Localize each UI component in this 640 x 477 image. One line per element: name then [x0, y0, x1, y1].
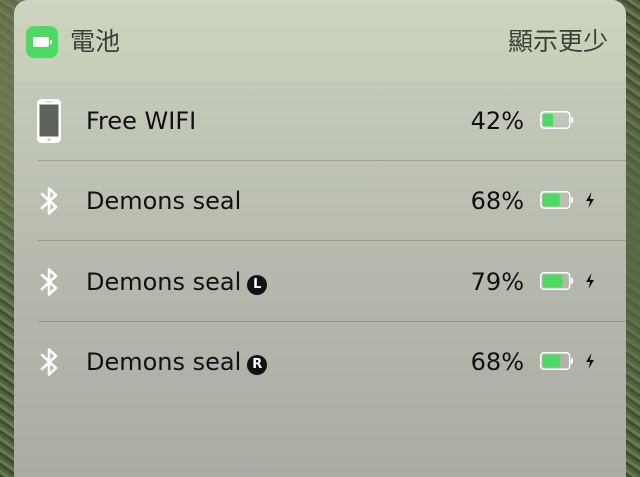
charging-bolt-icon: [586, 192, 594, 208]
device-row: Free WIFI 42%: [14, 81, 626, 161]
bluetooth-icon: [40, 348, 58, 376]
battery-percent: 79%: [470, 268, 524, 296]
battery-level-icon: [540, 352, 573, 370]
iphone-icon: [37, 99, 61, 143]
battery-level-icon: [540, 272, 573, 290]
show-less-button[interactable]: 顯示更少: [508, 25, 608, 59]
bluetooth-icon: [40, 187, 58, 215]
battery-percent: 68%: [470, 348, 524, 376]
row-divider: [38, 240, 626, 241]
bluetooth-icon: [40, 268, 58, 296]
device-row: Demons seal R 68%: [14, 322, 626, 402]
battery-percent: 42%: [470, 107, 524, 135]
device-name-text: Demons seal: [86, 348, 242, 376]
batteries-widget: 電池 顯示更少 Free WIFI 42% Demons seal 68% De…: [14, 0, 626, 477]
charging-bolt-icon: [586, 353, 594, 369]
device-name: Free WIFI: [86, 105, 196, 137]
device-row: Demons seal L 79%: [14, 242, 626, 322]
device-name-text: Demons seal: [86, 187, 242, 215]
battery-app-icon: [26, 26, 58, 58]
battery-percent: 68%: [470, 187, 524, 215]
widget-header: 電池 顯示更少: [14, 0, 626, 81]
right-earbud-badge: R: [247, 355, 268, 375]
device-name-text: Demons seal: [86, 268, 242, 296]
device-name: Demons seal: [86, 185, 241, 217]
battery-level-icon: [540, 111, 573, 129]
battery-level-icon: [540, 191, 573, 209]
left-earbud-badge: L: [247, 275, 268, 295]
device-name: Demons seal L: [86, 266, 268, 298]
widget-title: 電池: [70, 27, 121, 56]
device-name-text: Free WIFI: [86, 107, 197, 135]
device-name: Demons seal R: [86, 346, 268, 378]
charging-bolt-icon: [586, 273, 594, 289]
device-row: Demons seal 68%: [14, 161, 626, 241]
